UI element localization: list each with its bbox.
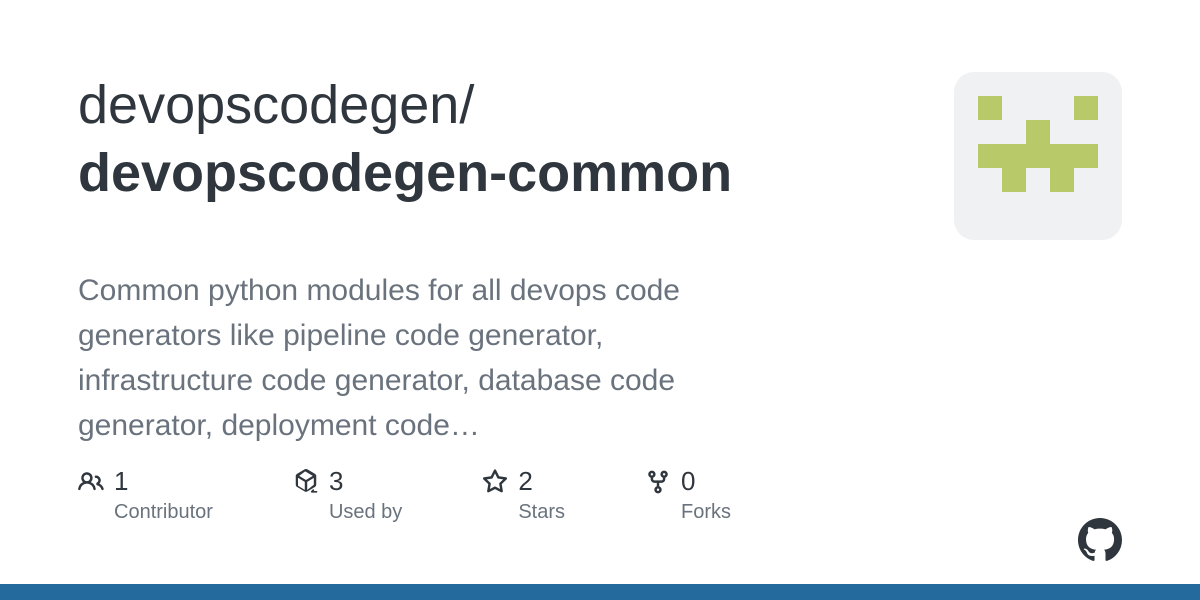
- stat-value: 2: [518, 466, 532, 497]
- repo-title-block: devopscodegen/ devopscodegen-common: [78, 72, 914, 207]
- star-icon: [482, 469, 508, 495]
- stat-contributors[interactable]: 1 Contributor: [78, 466, 213, 524]
- github-logo[interactable]: [1078, 518, 1122, 562]
- github-mark-icon: [1078, 518, 1122, 562]
- repo-description: Common python modules for all devops cod…: [78, 268, 778, 448]
- stat-value: 0: [681, 466, 695, 497]
- identicon-icon: [978, 96, 1098, 216]
- stat-value: 3: [329, 466, 343, 497]
- package-dependents-icon: [293, 469, 319, 495]
- repo-owner: devopscodegen: [78, 75, 459, 135]
- stat-label: Stars: [518, 501, 565, 524]
- accent-bar: [0, 584, 1200, 600]
- repo-title[interactable]: devopscodegen/ devopscodegen-common: [78, 72, 914, 207]
- stat-forks[interactable]: 0 Forks: [645, 466, 731, 524]
- fork-icon: [645, 469, 671, 495]
- stat-value: 1: [114, 466, 128, 497]
- avatar[interactable]: [954, 72, 1122, 240]
- stat-usedby[interactable]: 3 Used by: [293, 466, 402, 524]
- stat-label: Forks: [681, 501, 731, 524]
- people-icon: [78, 469, 104, 495]
- stat-label: Used by: [329, 501, 402, 524]
- stat-label: Contributor: [114, 501, 213, 524]
- stat-stars[interactable]: 2 Stars: [482, 466, 565, 524]
- stats-row: 1 Contributor 3 Used by 2 Stars: [78, 466, 1122, 524]
- repo-name: devopscodegen-common: [78, 143, 732, 203]
